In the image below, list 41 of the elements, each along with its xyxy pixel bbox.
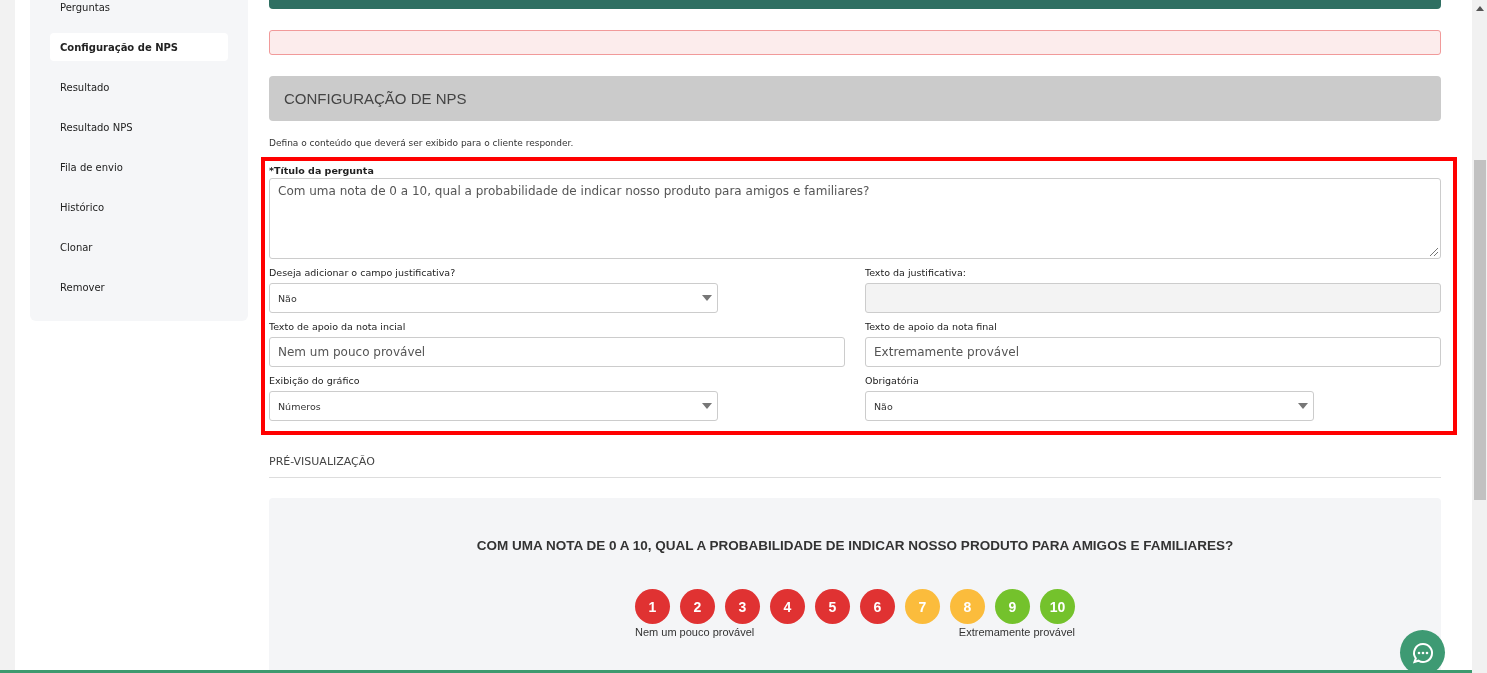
field-label: Texto de apoio da nota final	[865, 321, 998, 333]
high-score-label: Extremamente provável	[958, 626, 1075, 638]
sidebar-item[interactable]: Fila de envio	[50, 153, 228, 181]
sidebar-item[interactable]: Resultado	[50, 73, 228, 101]
caret-down-icon	[702, 295, 712, 301]
select-field[interactable]: Números	[269, 391, 718, 421]
sidebar-item[interactable]: Remover	[50, 273, 228, 301]
scrollbar[interactable]	[1472, 0, 1487, 673]
section-header: CONFIGURAÇÃO DE NPS	[269, 76, 1441, 121]
preview-heading: PRÉ-VISUALIZAÇÃO	[269, 455, 1441, 478]
resize-handle-icon[interactable]	[1430, 248, 1438, 256]
caret-down-icon	[702, 403, 712, 409]
field-label: Texto de apoio da nota incial	[269, 321, 407, 333]
score-button[interactable]: 4	[770, 589, 805, 624]
field-label: Exibição do gráfico	[269, 375, 361, 387]
score-button[interactable]: 3	[725, 589, 760, 624]
caret-down-icon	[1298, 403, 1308, 409]
low-score-label: Nem um pouco provável	[635, 626, 755, 638]
field-label: Obrigatória	[865, 375, 920, 387]
textarea-text: Com uma nota de 0 a 10, qual a probabilidade de indicar nosso produto para amigos e familiares?	[278, 184, 870, 198]
field-label: *Título da pergunta	[269, 165, 375, 177]
input-field[interactable]: Nem um pouco provável	[269, 337, 845, 367]
input-field[interactable]: Extremamente provável	[865, 337, 1441, 367]
score-button[interactable]: 1	[635, 589, 670, 624]
description-text: Defina o conteúdo que deverá ser exibido para o cliente responder.	[269, 137, 575, 149]
sidebar-item[interactable]: Configuração de NPS	[50, 33, 228, 61]
preview-question: COM UMA NOTA DE 0 A 10, QUAL A PROBABILIDADE DE INDICAR NOSSO PRODUTO PARA AMIGOS E FAMILIARES?	[476, 538, 1234, 553]
field-label: Deseja adicionar o campo justificativa?	[269, 267, 457, 279]
select-field[interactable]: Não	[865, 391, 1314, 421]
select-field[interactable]: Não	[269, 283, 718, 313]
sidebar-item[interactable]: Histórico	[50, 193, 228, 221]
question-textarea[interactable]: Com uma nota de 0 a 10, qual a probabilidade de indicar nosso produto para amigos e familiares?	[269, 178, 1441, 259]
score-button[interactable]: 6	[860, 589, 895, 624]
scroll-up-icon[interactable]	[1476, 6, 1484, 11]
sidebar-item[interactable]: Clonar	[50, 233, 228, 261]
field-label: Texto da justificativa:	[865, 267, 967, 279]
score-button[interactable]: 2	[680, 589, 715, 624]
score-button[interactable]: 5	[815, 589, 850, 624]
chat-bubble-icon	[1410, 640, 1435, 665]
sidebar-item[interactable]: Resultado NPS	[50, 113, 228, 141]
sidebar-item[interactable]: Perguntas	[50, 0, 228, 21]
